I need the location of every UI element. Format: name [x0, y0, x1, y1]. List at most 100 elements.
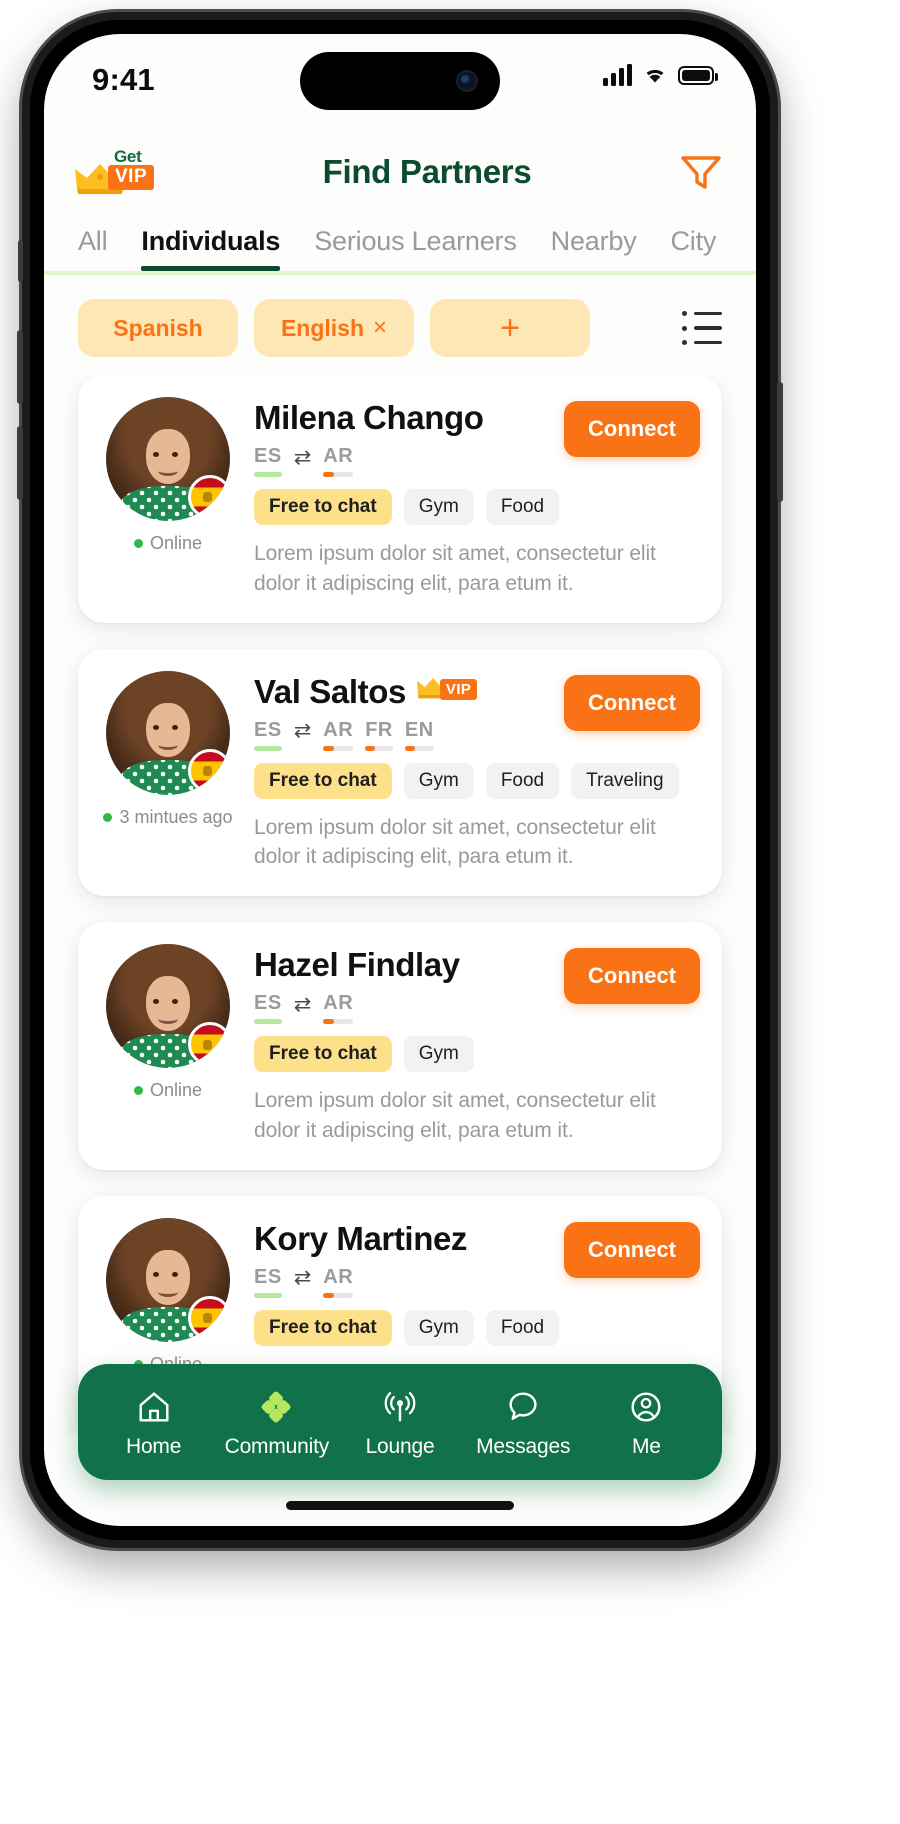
language-learning: AR: [323, 445, 354, 477]
online-dot-icon: [133, 1086, 143, 1096]
logo-get-text: Get: [114, 147, 142, 166]
nav-item-messages[interactable]: Messages: [462, 1386, 585, 1459]
tag-interest[interactable]: Food: [485, 489, 560, 525]
dynamic-island: [300, 52, 500, 110]
spain-flag-icon: [188, 1295, 230, 1340]
language-learning: AR: [323, 1266, 354, 1298]
status-text: Online: [149, 533, 203, 553]
tag-row: Free to chat Gym: [254, 1036, 700, 1073]
online-dot-icon: [103, 812, 113, 822]
tab-individuals[interactable]: Individuals: [141, 222, 280, 271]
tag-free-to-chat[interactable]: Free to chat: [254, 489, 392, 525]
filter-funnel-icon[interactable]: [680, 153, 722, 191]
status-text: 3 mintues ago: [119, 806, 233, 827]
phone-frame: 9:41 Get VIP Find Partners All Individua…: [17, 12, 783, 1548]
spain-flag-icon: [188, 475, 230, 519]
status-badge: 3 mintues ago: [103, 806, 233, 828]
tab-all[interactable]: All: [78, 222, 108, 271]
community-diamonds-icon: [256, 1386, 298, 1428]
connect-button[interactable]: Connect: [564, 948, 700, 1005]
screenshot-canvas: 9:41 Get VIP Find Partners All Individua…: [0, 0, 900, 1824]
vip-badge-label: VIP: [439, 678, 478, 700]
tab-bar: All Individuals Serious Learners Nearby …: [44, 218, 756, 275]
partner-name: Kory Martinez: [254, 1219, 468, 1257]
volume-down-button[interactable]: [17, 426, 23, 500]
language-learning: FR: [365, 719, 393, 751]
nav-label: Lounge: [365, 1434, 435, 1458]
avatar[interactable]: [106, 670, 230, 795]
phone-screen: 9:41 Get VIP Find Partners All Individua…: [44, 34, 756, 1526]
avatar[interactable]: [106, 944, 230, 1069]
avatar-column: Online: [100, 397, 236, 599]
spain-flag-icon: [188, 1022, 230, 1067]
partner-name: Val Saltos: [254, 672, 406, 710]
partner-card[interactable]: 3 mintues ago Val Saltos VIP ES ⇄ AR FR …: [78, 648, 722, 897]
avatar[interactable]: [106, 1217, 230, 1342]
filter-chip-english[interactable]: English ×: [254, 299, 414, 357]
online-dot-icon: [133, 539, 143, 548]
tag-interest[interactable]: Food: [485, 762, 560, 799]
nav-item-me[interactable]: Me: [585, 1386, 708, 1459]
user-circle-icon: [625, 1386, 667, 1428]
tab-serious-learners[interactable]: Serious Learners: [314, 222, 517, 271]
tab-nearby[interactable]: Nearby: [551, 222, 637, 271]
connect-button[interactable]: Connect: [564, 1221, 700, 1278]
language-swap-icon: ⇄: [293, 445, 312, 469]
tag-interest[interactable]: Food: [485, 1309, 560, 1346]
partner-list[interactable]: Online Milena Chango ES ⇄ AR Free to cha…: [44, 375, 756, 1435]
tag-interest[interactable]: Gym: [403, 762, 474, 799]
partner-description: Lorem ipsum dolor sit amet, consectetur …: [254, 1089, 656, 1143]
avatar-column: 3 mintues ago: [100, 670, 236, 873]
avatar[interactable]: [106, 397, 230, 521]
language-native: ES: [254, 445, 282, 477]
status-badge: Online: [133, 1080, 203, 1101]
language-native: ES: [254, 719, 282, 751]
connect-button[interactable]: Connect: [564, 401, 700, 457]
partner-card[interactable]: Online Hazel Findlay ES ⇄ AR Free to cha…: [78, 922, 722, 1170]
nav-item-community[interactable]: Community: [215, 1386, 338, 1459]
partner-card[interactable]: Online Milena Chango ES ⇄ AR Free to cha…: [78, 375, 722, 623]
chat-bubble-icon: [502, 1386, 544, 1428]
get-vip-logo[interactable]: Get VIP: [74, 147, 174, 195]
silent-switch[interactable]: [18, 240, 23, 282]
broadcast-icon: [379, 1386, 421, 1428]
connect-button[interactable]: Connect: [564, 674, 700, 731]
nav-item-home[interactable]: Home: [92, 1386, 215, 1459]
language-swap-icon: ⇄: [293, 1266, 312, 1290]
nav-label: Me: [632, 1434, 661, 1458]
tag-interest[interactable]: Gym: [403, 489, 474, 525]
vip-badge: VIP: [416, 677, 490, 707]
tag-free-to-chat[interactable]: Free to chat: [254, 1036, 392, 1073]
remove-chip-icon[interactable]: ×: [373, 314, 387, 342]
nav-label: Messages: [476, 1434, 571, 1458]
tab-bar-divider: [44, 271, 756, 275]
nav-item-lounge[interactable]: Lounge: [338, 1386, 461, 1459]
tag-interest[interactable]: Gym: [403, 1309, 474, 1346]
nav-label: Community: [224, 1434, 330, 1458]
power-button[interactable]: [777, 382, 783, 502]
list-view-icon[interactable]: [682, 311, 722, 345]
tag-row: Free to chat Gym Food: [254, 489, 700, 525]
tab-city[interactable]: City: [671, 222, 717, 271]
nav-label: Home: [125, 1434, 182, 1458]
add-filter-chip-button[interactable]: +: [430, 299, 590, 357]
home-indicator[interactable]: [286, 1501, 514, 1510]
tag-row: Free to chat Gym Food Traveling: [254, 762, 700, 799]
volume-up-button[interactable]: [17, 330, 23, 404]
add-filter-icon: +: [500, 308, 520, 347]
language-native: ES: [254, 992, 282, 1025]
tab-list[interactable]: All Individuals Serious Learners Nearby …: [44, 218, 756, 271]
filter-chip-label: English: [280, 314, 365, 341]
language-swap-icon: ⇄: [293, 719, 312, 743]
tag-interest[interactable]: Traveling: [571, 762, 679, 799]
tag-row: Free to chat Gym Food: [254, 1309, 700, 1346]
tag-free-to-chat[interactable]: Free to chat: [254, 1309, 392, 1346]
status-text: Online: [149, 1080, 203, 1101]
tag-free-to-chat[interactable]: Free to chat: [254, 762, 392, 799]
language-learning: EN: [404, 719, 434, 751]
tag-interest[interactable]: Gym: [403, 1036, 474, 1073]
wifi-icon: [642, 65, 668, 85]
filter-chip-spanish[interactable]: Spanish: [78, 299, 238, 357]
partner-name: Hazel Findlay: [254, 946, 460, 984]
logo-vip-text: VIP: [108, 165, 155, 190]
